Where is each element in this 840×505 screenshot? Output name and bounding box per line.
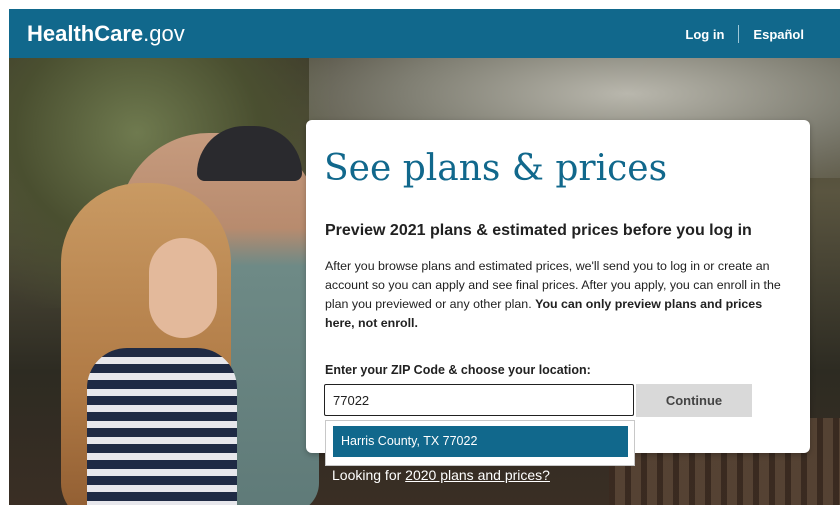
prior-year-prefix: Looking for (332, 467, 406, 483)
site-header: HealthCare.gov Log in Español (9, 9, 840, 58)
healthcare-gov-logo[interactable]: HealthCare.gov (27, 21, 185, 47)
language-link[interactable]: Español (753, 27, 804, 42)
card-subtitle: Preview 2021 plans & estimated prices be… (325, 222, 752, 239)
prior-year-plans-link[interactable]: 2020 plans and prices? (405, 467, 550, 483)
zip-label: Enter your ZIP Code & choose your locati… (325, 363, 591, 377)
plans-preview-card: See plans & prices Preview 2021 plans & … (306, 120, 810, 453)
hero-striped-shirt (87, 348, 237, 505)
nav-divider (738, 25, 740, 43)
logo-bold-text: HealthCare (27, 21, 144, 46)
location-option[interactable]: Harris County, TX 77022 (333, 426, 628, 457)
continue-button[interactable]: Continue (636, 384, 752, 417)
page-title: See plans & prices (324, 148, 668, 189)
header-nav: Log in Español (685, 25, 804, 43)
prior-year-link-row: Looking for 2020 plans and prices? (332, 467, 550, 483)
hero-woman-face (149, 238, 217, 338)
card-description: After you browse plans and estimated pri… (325, 257, 795, 333)
zip-input[interactable] (324, 384, 634, 416)
login-link[interactable]: Log in (685, 27, 724, 42)
location-dropdown: Harris County, TX 77022 (325, 420, 635, 466)
logo-light-text: .gov (143, 21, 185, 46)
